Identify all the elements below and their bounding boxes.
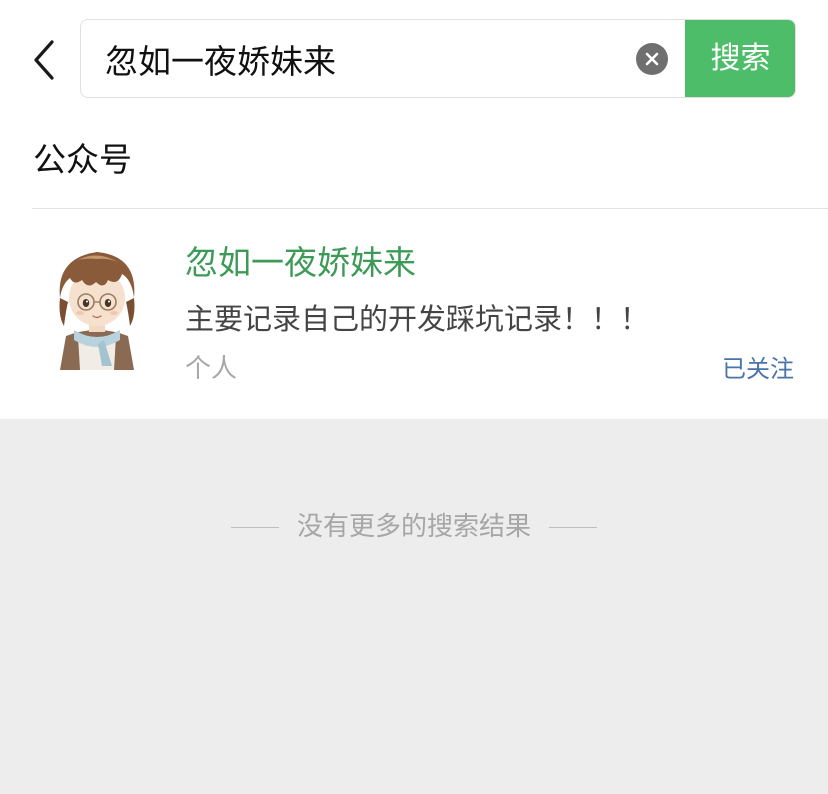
- account-name: 忽如一夜娇妹来: [185, 243, 416, 282]
- account-type: 个人: [185, 354, 238, 384]
- search-bar: 搜索: [80, 19, 796, 98]
- no-more-results-text: 没有更多的搜索结果: [296, 512, 531, 542]
- account-description: 主要记录自己的开发踩坑记录！！！: [185, 302, 650, 336]
- result-item[interactable]: 忽如一夜娇妹来 主要记录自己的开发踩坑记录！！！ 个人 已关注: [0, 210, 828, 419]
- no-more-results: 没有更多的搜索结果: [0, 506, 828, 548]
- search-input[interactable]: [105, 20, 625, 97]
- section-divider: [32, 208, 828, 209]
- avatar: [48, 240, 146, 370]
- left-divider-line: [230, 526, 279, 528]
- clear-search-button[interactable]: [636, 43, 668, 75]
- search-button[interactable]: 搜索: [685, 20, 795, 97]
- clear-icon: [645, 52, 659, 66]
- follow-status[interactable]: 已关注: [722, 350, 794, 388]
- right-divider-line: [549, 526, 597, 528]
- back-arrow-icon: [34, 40, 54, 80]
- results-panel: 搜索 公众号: [0, 0, 828, 419]
- back-button[interactable]: [30, 38, 60, 82]
- search-results-page: 搜索 公众号: [0, 0, 828, 794]
- section-title-official-accounts: 公众号: [33, 140, 132, 179]
